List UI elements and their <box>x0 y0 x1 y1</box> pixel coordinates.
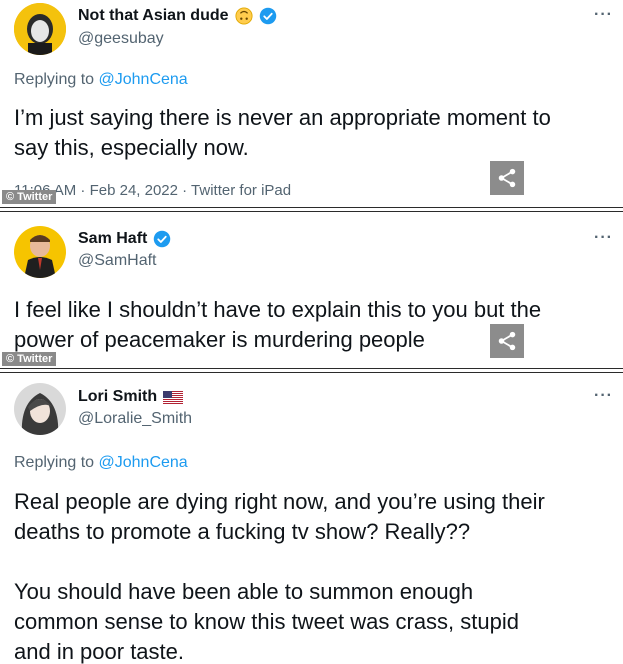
author-handle[interactable]: @SamHaft <box>78 252 156 270</box>
more-options-icon[interactable]: ··· <box>594 387 613 405</box>
tweet-text-line: Real people are dying right now, and you… <box>14 489 545 514</box>
tweet-text-line: I feel like I shouldn’t have to explain … <box>14 297 542 322</box>
share-icon <box>498 331 516 351</box>
tweet-card: Lori Smith @Loralie_Smith ··· Replying t… <box>0 373 623 664</box>
share-button[interactable] <box>490 161 524 195</box>
avatar[interactable] <box>14 383 66 435</box>
share-button[interactable] <box>490 324 524 358</box>
author-name[interactable]: Lori Smith <box>78 388 157 406</box>
author-row: Lori Smith <box>78 388 184 406</box>
avatar[interactable] <box>14 226 66 278</box>
tweet-text-line: and in poor taste. <box>14 639 185 664</box>
tweet-text: I feel like I shouldn’t have to explain … <box>14 295 541 355</box>
tweet-card: Sam Haft @SamHaft ··· I feel like I shou… <box>0 212 623 368</box>
tweet-text-line: common sense to know this tweet was cras… <box>14 609 519 634</box>
author-name[interactable]: Not that Asian dude <box>78 7 229 25</box>
tweet-text-line: say this, especially now. <box>14 135 249 160</box>
more-options-icon[interactable]: ··· <box>594 229 613 247</box>
tweet-text-line: deaths to promote a fucking tv show? Rea… <box>14 519 471 544</box>
avatar[interactable] <box>14 3 66 55</box>
us-flag-icon <box>163 390 184 404</box>
verified-badge-icon <box>154 230 171 248</box>
replying-prefix: Replying to <box>14 71 95 88</box>
tweet-card: Not that Asian dude @geesubay ··· Replyi… <box>0 0 623 207</box>
more-options-icon[interactable]: ··· <box>594 6 613 24</box>
author-row: Sam Haft <box>78 230 171 248</box>
upside-down-face-icon <box>234 7 253 25</box>
verified-badge-icon <box>259 7 276 25</box>
author-name[interactable]: Sam Haft <box>78 230 147 248</box>
twitter-watermark: © Twitter <box>2 190 57 204</box>
tweet-text: I’m just saying there is never an approp… <box>14 103 551 163</box>
share-icon <box>498 168 516 188</box>
mention-link[interactable]: @JohnCena <box>99 454 188 471</box>
tweet-text-line: I’m just saying there is never an approp… <box>14 105 551 130</box>
author-handle[interactable]: @geesubay <box>78 30 164 48</box>
tweet-text-line: You should have been able to summon enou… <box>14 579 474 604</box>
tweet-text: Real people are dying right now, and you… <box>14 487 545 664</box>
replying-prefix: Replying to <box>14 454 95 471</box>
author-handle[interactable]: @Loralie_Smith <box>78 410 192 428</box>
replying-to: Replying to @JohnCena <box>14 71 188 89</box>
tweet-text-line: power of peacemaker is murdering people <box>14 327 425 352</box>
author-row: Not that Asian dude <box>78 7 277 25</box>
mention-link[interactable]: @JohnCena <box>99 71 188 88</box>
twitter-watermark: © Twitter <box>2 352 57 366</box>
replying-to: Replying to @JohnCena <box>14 454 188 472</box>
